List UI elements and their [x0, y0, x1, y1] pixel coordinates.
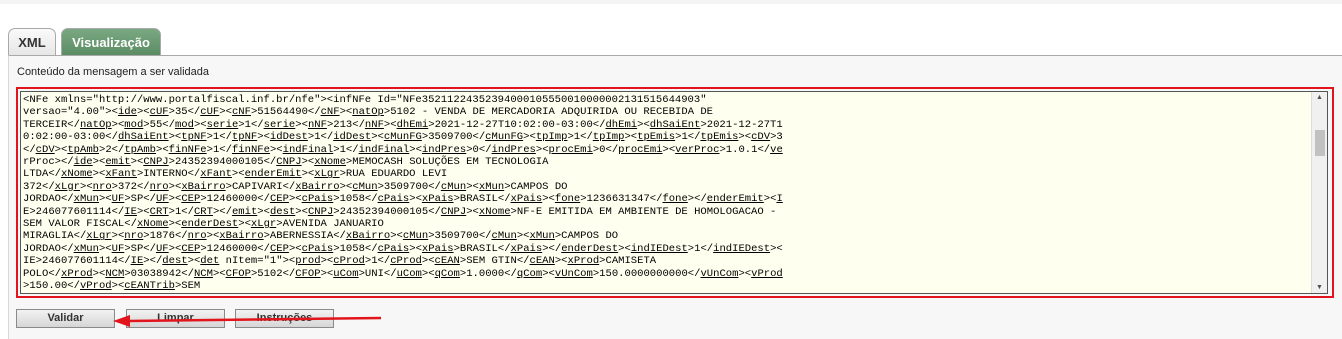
arrow-head-icon — [113, 315, 130, 327]
arrow-line — [127, 316, 382, 323]
arrow-annotation — [113, 315, 382, 327]
